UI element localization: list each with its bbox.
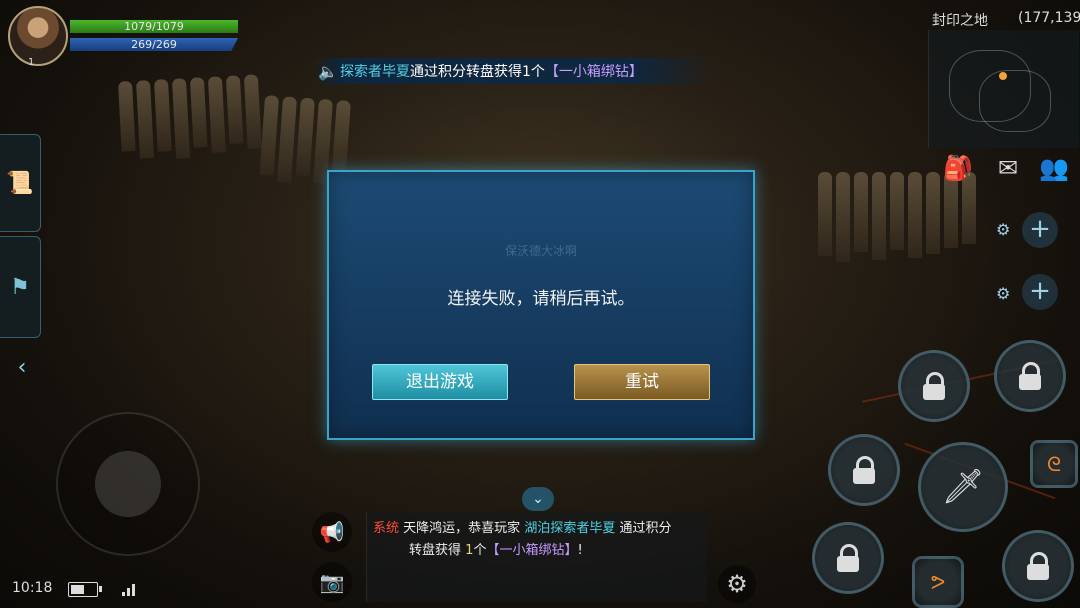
team-icon[interactable]: 👥 — [1036, 150, 1072, 186]
player-marker — [999, 72, 1007, 80]
locked-skill-slot[interactable] — [898, 350, 970, 422]
speaker-icon: 🔈 — [318, 61, 338, 81]
chat-expand-toggle[interactable]: ⌄ — [522, 487, 554, 511]
npc-name-faded: 保沃德大冰啊 — [505, 244, 578, 258]
add-skill-button[interactable]: + — [1022, 274, 1058, 310]
lock-icon — [1019, 362, 1041, 390]
skill-settings-icon[interactable]: ⚙ — [996, 220, 1010, 239]
special-skill-button[interactable]: ᘓ — [1030, 440, 1078, 488]
lock-icon — [837, 544, 859, 572]
lock-icon — [1027, 552, 1049, 580]
swirl-icon: ᘓ — [1046, 452, 1062, 476]
lock-icon — [853, 456, 875, 484]
connection-error-dialog: 保沃德大冰啊 连接失败，请稍后再试。 退出游戏 重试 — [327, 170, 755, 440]
retry-button[interactable]: 重试 — [574, 364, 710, 400]
player-level: 1 — [28, 57, 35, 68]
dialog-message: 连接失败，请稍后再试。 — [447, 289, 635, 309]
collapse-panel-button[interactable]: ‹ — [8, 352, 36, 384]
settings-gear-icon[interactable]: ⚙ — [718, 565, 756, 603]
side-tab-quest[interactable]: 📜 — [0, 134, 41, 232]
dash-icon: ᕗ — [930, 570, 946, 594]
map-coordinates: (177,139) — [1018, 10, 1080, 26]
locked-skill-slot[interactable] — [828, 434, 900, 506]
bag-icon[interactable]: 🎒 — [940, 150, 976, 186]
battery-icon — [68, 582, 102, 597]
hp-bar: 1079/1079 — [70, 20, 238, 33]
broadcast-item: 【一小箱绑钻】 — [544, 64, 643, 80]
player-avatar[interactable]: 1 — [8, 6, 68, 68]
broadcast-player-name: 探索者毕夏 — [340, 64, 410, 80]
virtual-joystick[interactable] — [56, 412, 200, 556]
locked-skill-slot[interactable] — [1002, 530, 1074, 602]
add-skill-button[interactable]: + — [1022, 212, 1058, 248]
exit-game-button[interactable]: 退出游戏 — [372, 364, 508, 400]
mp-bar: 269/269 — [70, 38, 238, 51]
lock-icon — [923, 372, 945, 400]
clock-time: 10:18 — [12, 580, 53, 596]
sword-icon: 🗡 — [941, 467, 985, 507]
minimap[interactable] — [928, 30, 1079, 148]
locked-skill-slot[interactable] — [994, 340, 1066, 412]
flag-icon: ⚑ — [10, 274, 30, 300]
dodge-skill-button[interactable]: ᕗ — [912, 556, 964, 608]
megaphone-icon[interactable]: 📢 — [312, 512, 352, 552]
signal-icon — [122, 582, 135, 596]
map-name: 封印之地 — [932, 13, 988, 29]
chat-message: 系统 天降鸿运，恭喜玩家 湖泊探索者毕夏 通过积分 转盘获得 1个【一小箱绑钻】… — [373, 521, 672, 558]
broadcast-text: 通过积分转盘获得1个 — [410, 64, 545, 80]
attack-skill-button[interactable]: 🗡 — [918, 442, 1008, 532]
scroll-icon: 📜 — [6, 170, 34, 196]
joystick-knob[interactable] — [95, 451, 161, 517]
mail-icon[interactable]: ✉ — [990, 150, 1026, 186]
locked-skill-slot[interactable] — [812, 522, 884, 594]
side-tab-flag[interactable]: ⚑ — [0, 236, 41, 338]
chat-panel[interactable]: 系统 天降鸿运，恭喜玩家 湖泊探索者毕夏 通过积分 转盘获得 1个【一小箱绑钻】… — [366, 512, 707, 602]
camera-icon[interactable]: 📷 — [312, 562, 352, 602]
broadcast-marquee: 🔈 探索者毕夏 通过积分转盘获得1个 【一小箱绑钻】 — [312, 58, 712, 84]
skill-settings-icon[interactable]: ⚙ — [996, 284, 1010, 303]
